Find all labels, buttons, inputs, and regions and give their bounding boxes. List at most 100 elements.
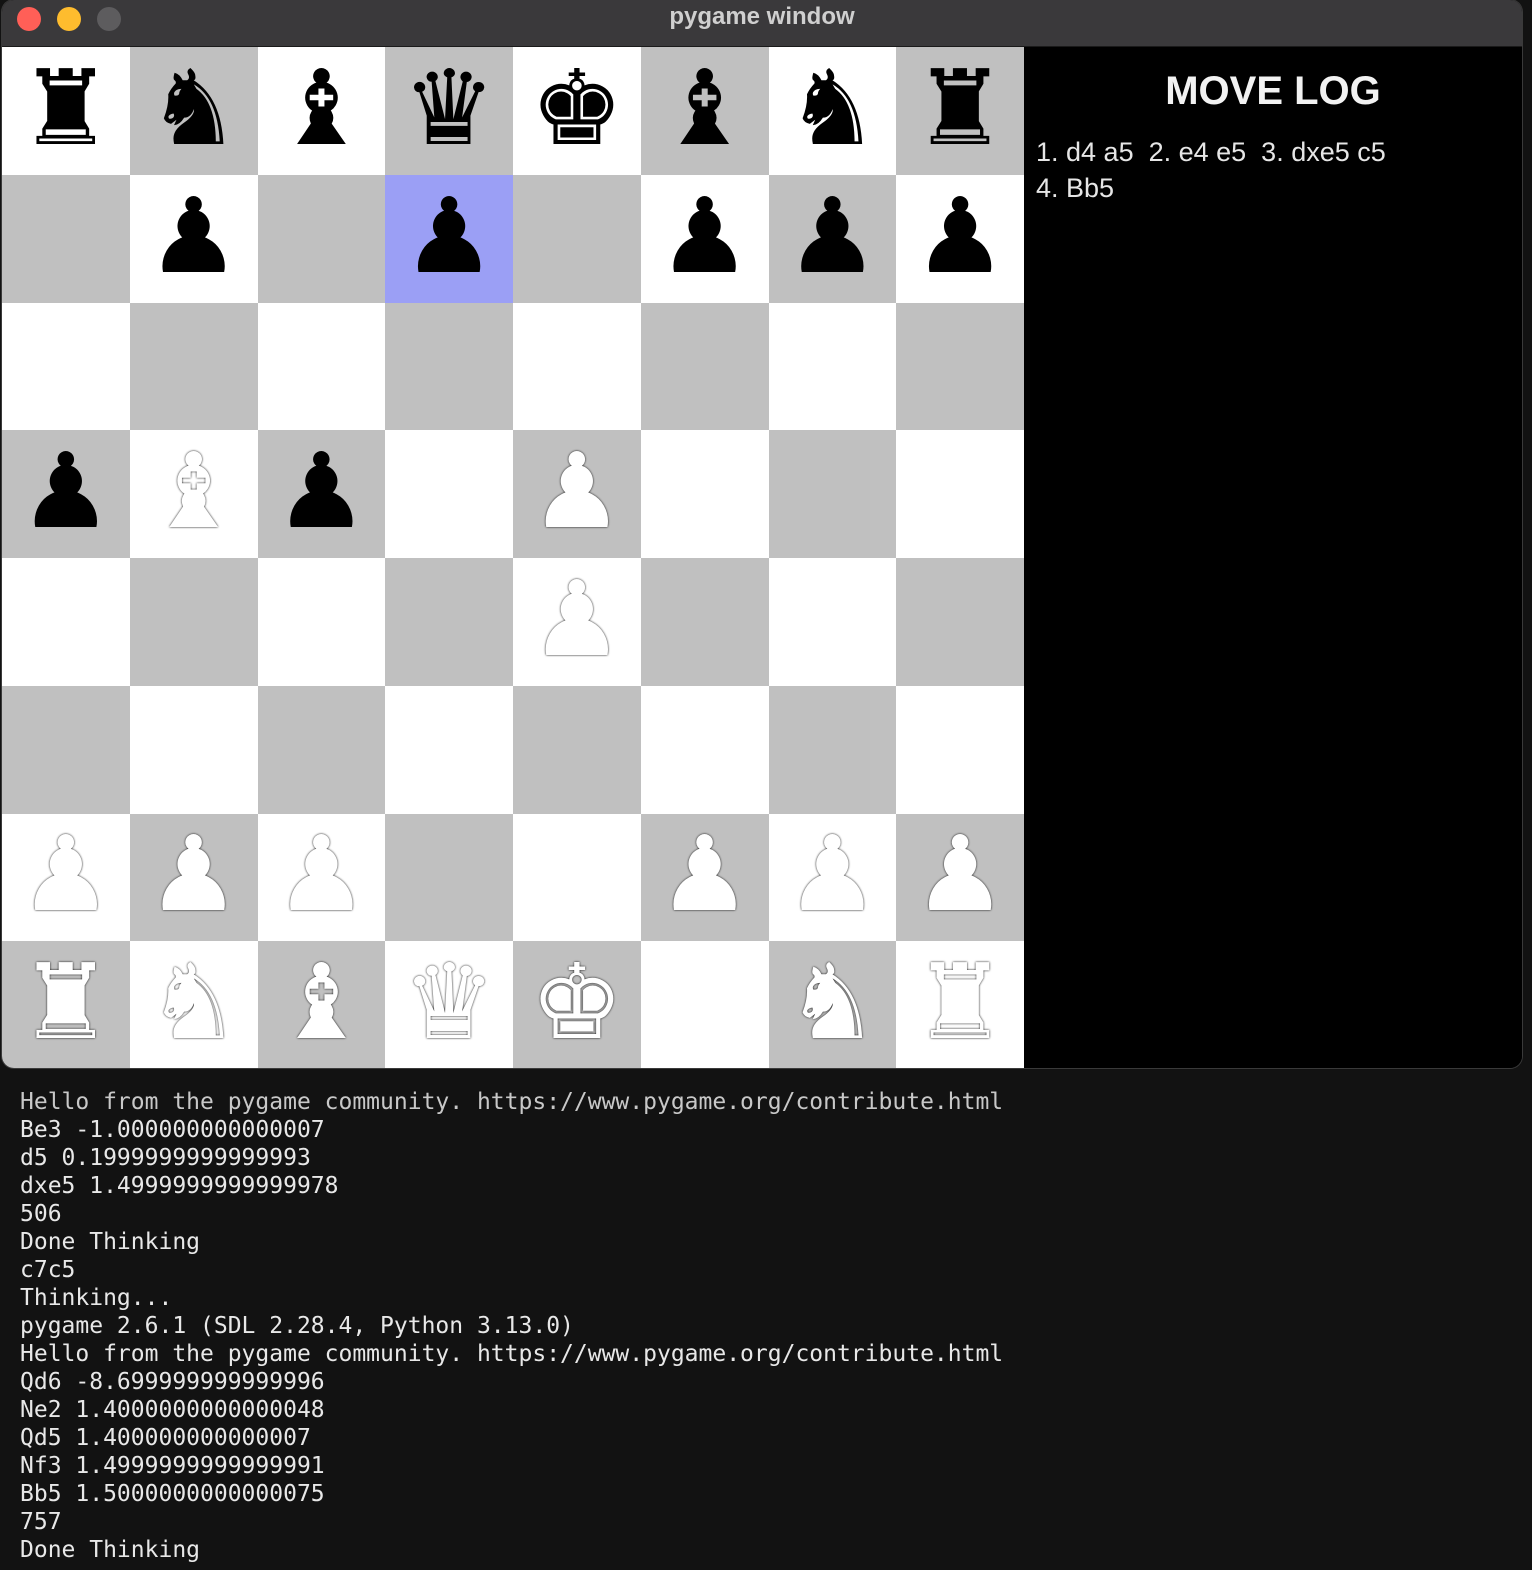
white-pawn-icon[interactable]: ♟ [147, 822, 240, 926]
square-g3[interactable] [768, 685, 897, 814]
square-a4[interactable] [2, 558, 130, 686]
square-a8[interactable]: ♜ [2, 47, 130, 175]
black-pawn-icon[interactable]: ♟ [914, 184, 1007, 288]
square-f4[interactable] [640, 558, 769, 686]
square-g4[interactable] [768, 558, 897, 686]
square-h3[interactable] [896, 685, 1024, 814]
square-c1[interactable]: ♝ [257, 941, 386, 1068]
square-e1[interactable]: ♚ [513, 941, 641, 1068]
square-f1[interactable] [640, 941, 769, 1068]
square-a5[interactable]: ♟ [2, 430, 130, 558]
square-b7[interactable]: ♟ [129, 174, 258, 303]
square-d7[interactable]: ♟ [385, 174, 513, 303]
terminal-line: Hello from the pygame community. https:/… [20, 1089, 1004, 1115]
square-h5[interactable] [896, 430, 1024, 558]
square-h7[interactable]: ♟ [896, 174, 1024, 303]
square-d6[interactable] [385, 302, 513, 431]
square-a7[interactable] [2, 174, 130, 303]
square-d5[interactable] [385, 430, 513, 558]
square-f2[interactable]: ♟ [640, 813, 769, 942]
square-d3[interactable] [385, 685, 513, 814]
square-c6[interactable] [257, 302, 386, 431]
square-e8[interactable]: ♚ [513, 47, 641, 175]
white-knight-icon[interactable]: ♞ [147, 950, 240, 1054]
black-rook-icon[interactable]: ♜ [19, 56, 112, 160]
title-bar[interactable]: pygame window [2, 0, 1522, 47]
square-e5[interactable]: ♟ [513, 430, 641, 558]
black-bishop-icon[interactable]: ♝ [275, 56, 368, 160]
square-g5[interactable] [768, 430, 897, 558]
square-f6[interactable] [640, 302, 769, 431]
square-h1[interactable]: ♜ [896, 941, 1024, 1068]
square-b2[interactable]: ♟ [129, 813, 258, 942]
black-pawn-icon[interactable]: ♟ [786, 184, 879, 288]
square-c7[interactable] [257, 174, 386, 303]
white-pawn-icon[interactable]: ♟ [658, 822, 751, 926]
square-g6[interactable] [768, 302, 897, 431]
square-h4[interactable] [896, 558, 1024, 686]
black-bishop-icon[interactable]: ♝ [658, 56, 751, 160]
square-f5[interactable] [640, 430, 769, 558]
square-h6[interactable] [896, 302, 1024, 431]
square-f7[interactable]: ♟ [640, 174, 769, 303]
square-c8[interactable]: ♝ [257, 47, 386, 175]
black-knight-icon[interactable]: ♞ [786, 56, 879, 160]
square-a1[interactable]: ♜ [2, 941, 130, 1068]
square-d1[interactable]: ♛ [385, 941, 513, 1068]
white-king-icon[interactable]: ♚ [530, 950, 623, 1054]
white-pawn-icon[interactable]: ♟ [786, 822, 879, 926]
square-e4[interactable]: ♟ [513, 558, 641, 686]
black-pawn-icon[interactable]: ♟ [658, 184, 751, 288]
black-queen-icon[interactable]: ♛ [403, 56, 496, 160]
square-g8[interactable]: ♞ [768, 47, 897, 175]
black-pawn-icon[interactable]: ♟ [403, 184, 496, 288]
square-e3[interactable] [513, 685, 641, 814]
square-h2[interactable]: ♟ [896, 813, 1024, 942]
square-b4[interactable] [129, 558, 258, 686]
square-d4[interactable] [385, 558, 513, 686]
white-pawn-icon[interactable]: ♟ [530, 439, 623, 543]
black-pawn-icon[interactable]: ♟ [275, 439, 368, 543]
square-d8[interactable]: ♛ [385, 47, 513, 175]
square-f3[interactable] [640, 685, 769, 814]
white-queen-icon[interactable]: ♛ [403, 950, 496, 1054]
terminal-line: 506 [20, 1201, 62, 1227]
square-c3[interactable] [257, 685, 386, 814]
white-pawn-icon[interactable]: ♟ [914, 822, 1007, 926]
white-rook-icon[interactable]: ♜ [19, 950, 112, 1054]
white-pawn-icon[interactable]: ♟ [530, 567, 623, 671]
square-b6[interactable] [129, 302, 258, 431]
square-e6[interactable] [513, 302, 641, 431]
black-pawn-icon[interactable]: ♟ [19, 439, 112, 543]
white-bishop-icon[interactable]: ♝ [275, 950, 368, 1054]
white-bishop-icon[interactable]: ♝ [147, 439, 240, 543]
square-e7[interactable] [513, 174, 641, 303]
square-d2[interactable] [385, 813, 513, 942]
square-c2[interactable]: ♟ [257, 813, 386, 942]
black-knight-icon[interactable]: ♞ [147, 56, 240, 160]
black-rook-icon[interactable]: ♜ [914, 56, 1007, 160]
black-pawn-icon[interactable]: ♟ [147, 184, 240, 288]
square-f8[interactable]: ♝ [640, 47, 769, 175]
black-king-icon[interactable]: ♚ [530, 56, 623, 160]
square-a6[interactable] [2, 302, 130, 431]
white-pawn-icon[interactable]: ♟ [19, 822, 112, 926]
white-rook-icon[interactable]: ♜ [914, 950, 1007, 1054]
square-a2[interactable]: ♟ [2, 813, 130, 942]
terminal-line: d5 0.1999999999999993 [20, 1145, 311, 1171]
square-e2[interactable] [513, 813, 641, 942]
square-c4[interactable] [257, 558, 386, 686]
white-pawn-icon[interactable]: ♟ [275, 822, 368, 926]
square-b5[interactable]: ♝ [129, 430, 258, 558]
square-b3[interactable] [129, 685, 258, 814]
square-g7[interactable]: ♟ [768, 174, 897, 303]
square-a3[interactable] [2, 685, 130, 814]
square-c5[interactable]: ♟ [257, 430, 386, 558]
square-g1[interactable]: ♞ [768, 941, 897, 1068]
square-h8[interactable]: ♜ [896, 47, 1024, 175]
square-b1[interactable]: ♞ [129, 941, 258, 1068]
square-g2[interactable]: ♟ [768, 813, 897, 942]
square-b8[interactable]: ♞ [129, 47, 258, 175]
chess-board[interactable]: ♜ ♞ ♝ ♛ ♚ ♝ ♞ ♜ ♟ ♟ ♟ ♟ ♟ ♟ ♝ ♟ ♟ ♟ ♟ ♟ ♟ ♟ ♟ ♟ ♜ ♞ ♝ ♛ ♚ ♞ ♜ [2, 47, 1024, 1068]
white-knight-icon[interactable]: ♞ [786, 950, 879, 1054]
